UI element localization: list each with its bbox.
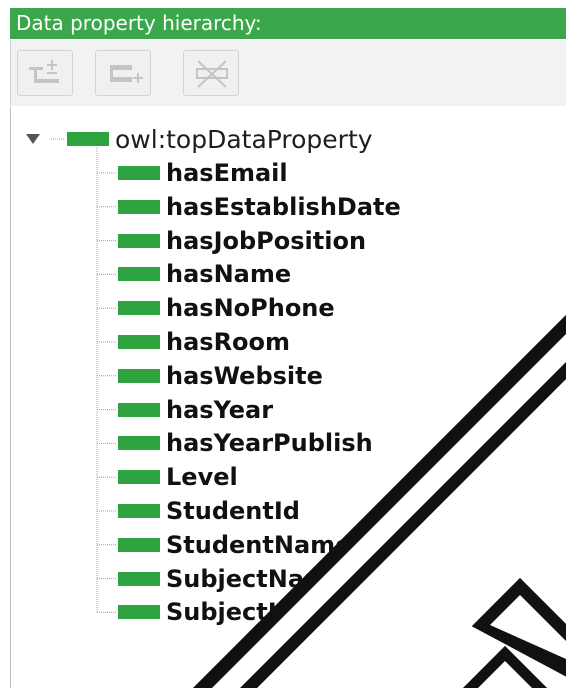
tree-item[interactable]: SubjectName (118, 564, 345, 594)
tree-item[interactable]: StudentName (118, 530, 351, 560)
tree-item-root[interactable]: owl:topDataProperty (25, 124, 373, 154)
data-property-icon (118, 233, 160, 248)
data-property-icon (118, 267, 160, 282)
data-property-icon (118, 335, 160, 349)
data-property-icon (118, 368, 160, 383)
delete-property-icon (196, 60, 228, 88)
panel-title: Data property hierarchy: (10, 8, 566, 39)
tree-item-label: owl:topDataProperty (115, 124, 373, 154)
tree-item-label: hasRoom (166, 328, 291, 356)
data-property-icon (118, 166, 160, 180)
delete-property-button[interactable] (183, 50, 239, 96)
tree-item[interactable]: hasName (118, 259, 291, 289)
tree-item-label: hasNoPhone (166, 294, 335, 323)
tree-item[interactable]: StudentId (118, 496, 300, 526)
tree-item[interactable]: hasYear (118, 395, 273, 425)
tree-item[interactable]: SubjectUnit (118, 597, 324, 627)
tree-item-label: hasYearPublish (166, 429, 373, 458)
property-tree: owl:topDataProperty hasEmail hasEstablish… (10, 107, 566, 688)
data-property-icon (118, 504, 160, 518)
data-property-icon (118, 301, 160, 316)
tree-item-label: hasJobPosition (166, 226, 367, 255)
data-property-icon (118, 199, 160, 214)
tree-item[interactable]: hasJobPosition (118, 226, 366, 256)
tree-item-label: hasYear (166, 395, 274, 424)
add-sub-property-icon (29, 60, 59, 83)
tree-item[interactable]: hasWebsite (118, 361, 323, 391)
data-property-icon (118, 537, 160, 552)
tree-item-label: SubjectName (166, 564, 346, 593)
tree-item[interactable]: Level (118, 462, 238, 492)
data-property-icon (118, 605, 160, 620)
tree-item[interactable]: hasYearPublish (118, 428, 373, 458)
tree-item-label: hasName (166, 260, 292, 289)
tree-item-label: SubjectUnit (166, 598, 325, 627)
tree-item-label: StudentName (166, 530, 352, 559)
data-property-icon (67, 132, 109, 146)
tree-item-label: hasEstablishDate (166, 192, 401, 221)
tree-item-label: StudentId (166, 497, 300, 525)
tree-item-label: hasEmail (166, 159, 288, 187)
tree-item[interactable]: hasEstablishDate (118, 192, 401, 222)
add-sibling-property-button[interactable] (95, 50, 151, 96)
data-property-icon (118, 571, 160, 586)
tree-item[interactable]: hasEmail (118, 158, 288, 188)
tree-item[interactable]: hasNoPhone (118, 293, 335, 323)
data-property-hierarchy-panel: Data property hierarchy: owl:topDataProp… (0, 0, 566, 688)
data-property-icon (118, 402, 160, 417)
tree-item-label: Level (166, 463, 238, 492)
tree-item-label: hasWebsite (166, 361, 323, 390)
data-property-icon (118, 470, 160, 485)
add-sibling-property-icon (110, 65, 143, 83)
hierarchy-toolbar (10, 40, 566, 106)
collapse-triangle-icon[interactable] (25, 131, 41, 147)
data-property-icon (118, 436, 160, 451)
tree-item[interactable]: hasRoom (118, 327, 290, 357)
add-sub-property-button[interactable] (17, 50, 73, 96)
